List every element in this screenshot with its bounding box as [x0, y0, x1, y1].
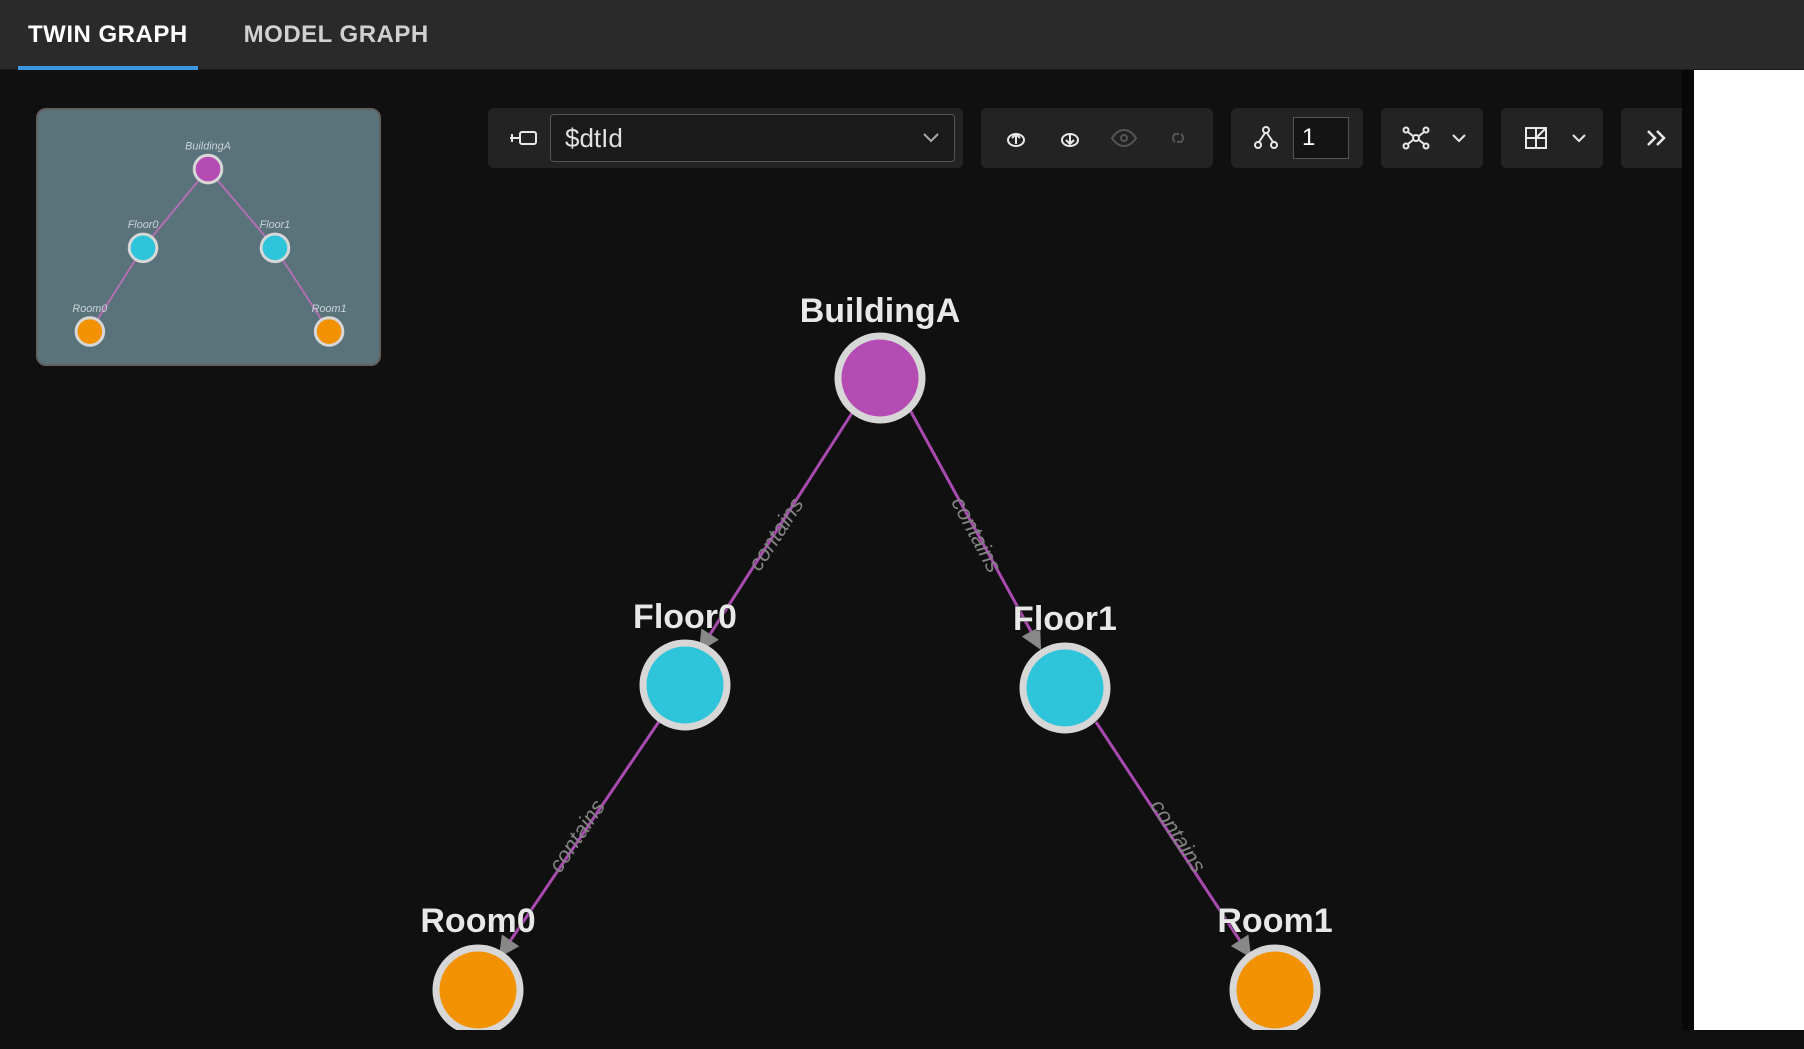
overflow-group — [1621, 108, 1691, 168]
overflow-button[interactable] — [1629, 108, 1683, 168]
minimap-label-floor0: Floor0 — [128, 219, 159, 231]
minimap-label-room1: Room1 — [312, 303, 347, 315]
panel-divider[interactable] — [1682, 70, 1694, 1030]
svg-text:contains: contains — [743, 493, 809, 575]
layout-button[interactable] — [1389, 108, 1443, 168]
minimap[interactable]: BuildingA Floor0 Floor1 Room0 Room1 — [36, 108, 381, 366]
layout-dropdown[interactable] — [1443, 108, 1475, 168]
show-relationships-button[interactable] — [1151, 108, 1205, 168]
svg-text:contains: contains — [544, 795, 611, 877]
svg-text:contains: contains — [1145, 795, 1211, 877]
toolbar: $dtId — [488, 108, 1691, 168]
expansion-mode-icon[interactable] — [1239, 108, 1293, 168]
property-selector-group: $dtId — [488, 108, 963, 168]
edge-buildingA-floor1[interactable]: contains — [910, 410, 1040, 648]
fit-view-button[interactable] — [1509, 108, 1563, 168]
node-floor1[interactable]: Floor1 — [1013, 600, 1117, 730]
tab-bar: TWIN GRAPH MODEL GRAPH — [0, 0, 1804, 70]
node-buildingA[interactable]: BuildingA — [800, 292, 961, 420]
edge-floor1-room1[interactable]: contains — [1096, 722, 1250, 956]
import-export-group — [981, 108, 1213, 168]
edge-floor0-room0[interactable]: contains — [500, 720, 660, 956]
show-all-button[interactable] — [1097, 108, 1151, 168]
property-dropdown-value: $dtId — [565, 123, 623, 154]
svg-text:contains: contains — [946, 492, 1007, 576]
minimap-label-floor1: Floor1 — [260, 219, 291, 231]
view-dropdown[interactable] — [1563, 108, 1595, 168]
svg-text:Room1: Room1 — [1217, 902, 1332, 940]
view-group — [1501, 108, 1603, 168]
tab-twin-graph[interactable]: TWIN GRAPH — [0, 0, 216, 70]
chevron-down-icon — [922, 132, 940, 144]
node-floor0[interactable]: Floor0 — [633, 598, 737, 727]
expand-group — [1231, 108, 1363, 168]
minimap-label-buildingA: BuildingA — [185, 140, 231, 152]
node-room0[interactable]: Room0 — [420, 902, 535, 1030]
svg-text:Room0: Room0 — [420, 902, 535, 940]
minimap-label-room0: Room0 — [72, 303, 107, 315]
tab-model-graph[interactable]: MODEL GRAPH — [216, 0, 457, 70]
layout-group — [1381, 108, 1483, 168]
node-room1[interactable]: Room1 — [1217, 902, 1332, 1030]
export-graph-button[interactable] — [989, 108, 1043, 168]
label-mode-icon[interactable] — [496, 108, 550, 168]
expand-level-input[interactable] — [1293, 117, 1349, 159]
side-panel — [1694, 70, 1804, 1030]
svg-text:Floor0: Floor0 — [633, 598, 737, 636]
edge-buildingA-floor0[interactable]: contains — [700, 410, 854, 650]
svg-text:BuildingA: BuildingA — [800, 292, 961, 330]
svg-text:Floor1: Floor1 — [1013, 600, 1117, 638]
import-graph-button[interactable] — [1043, 108, 1097, 168]
property-dropdown[interactable]: $dtId — [550, 114, 955, 162]
